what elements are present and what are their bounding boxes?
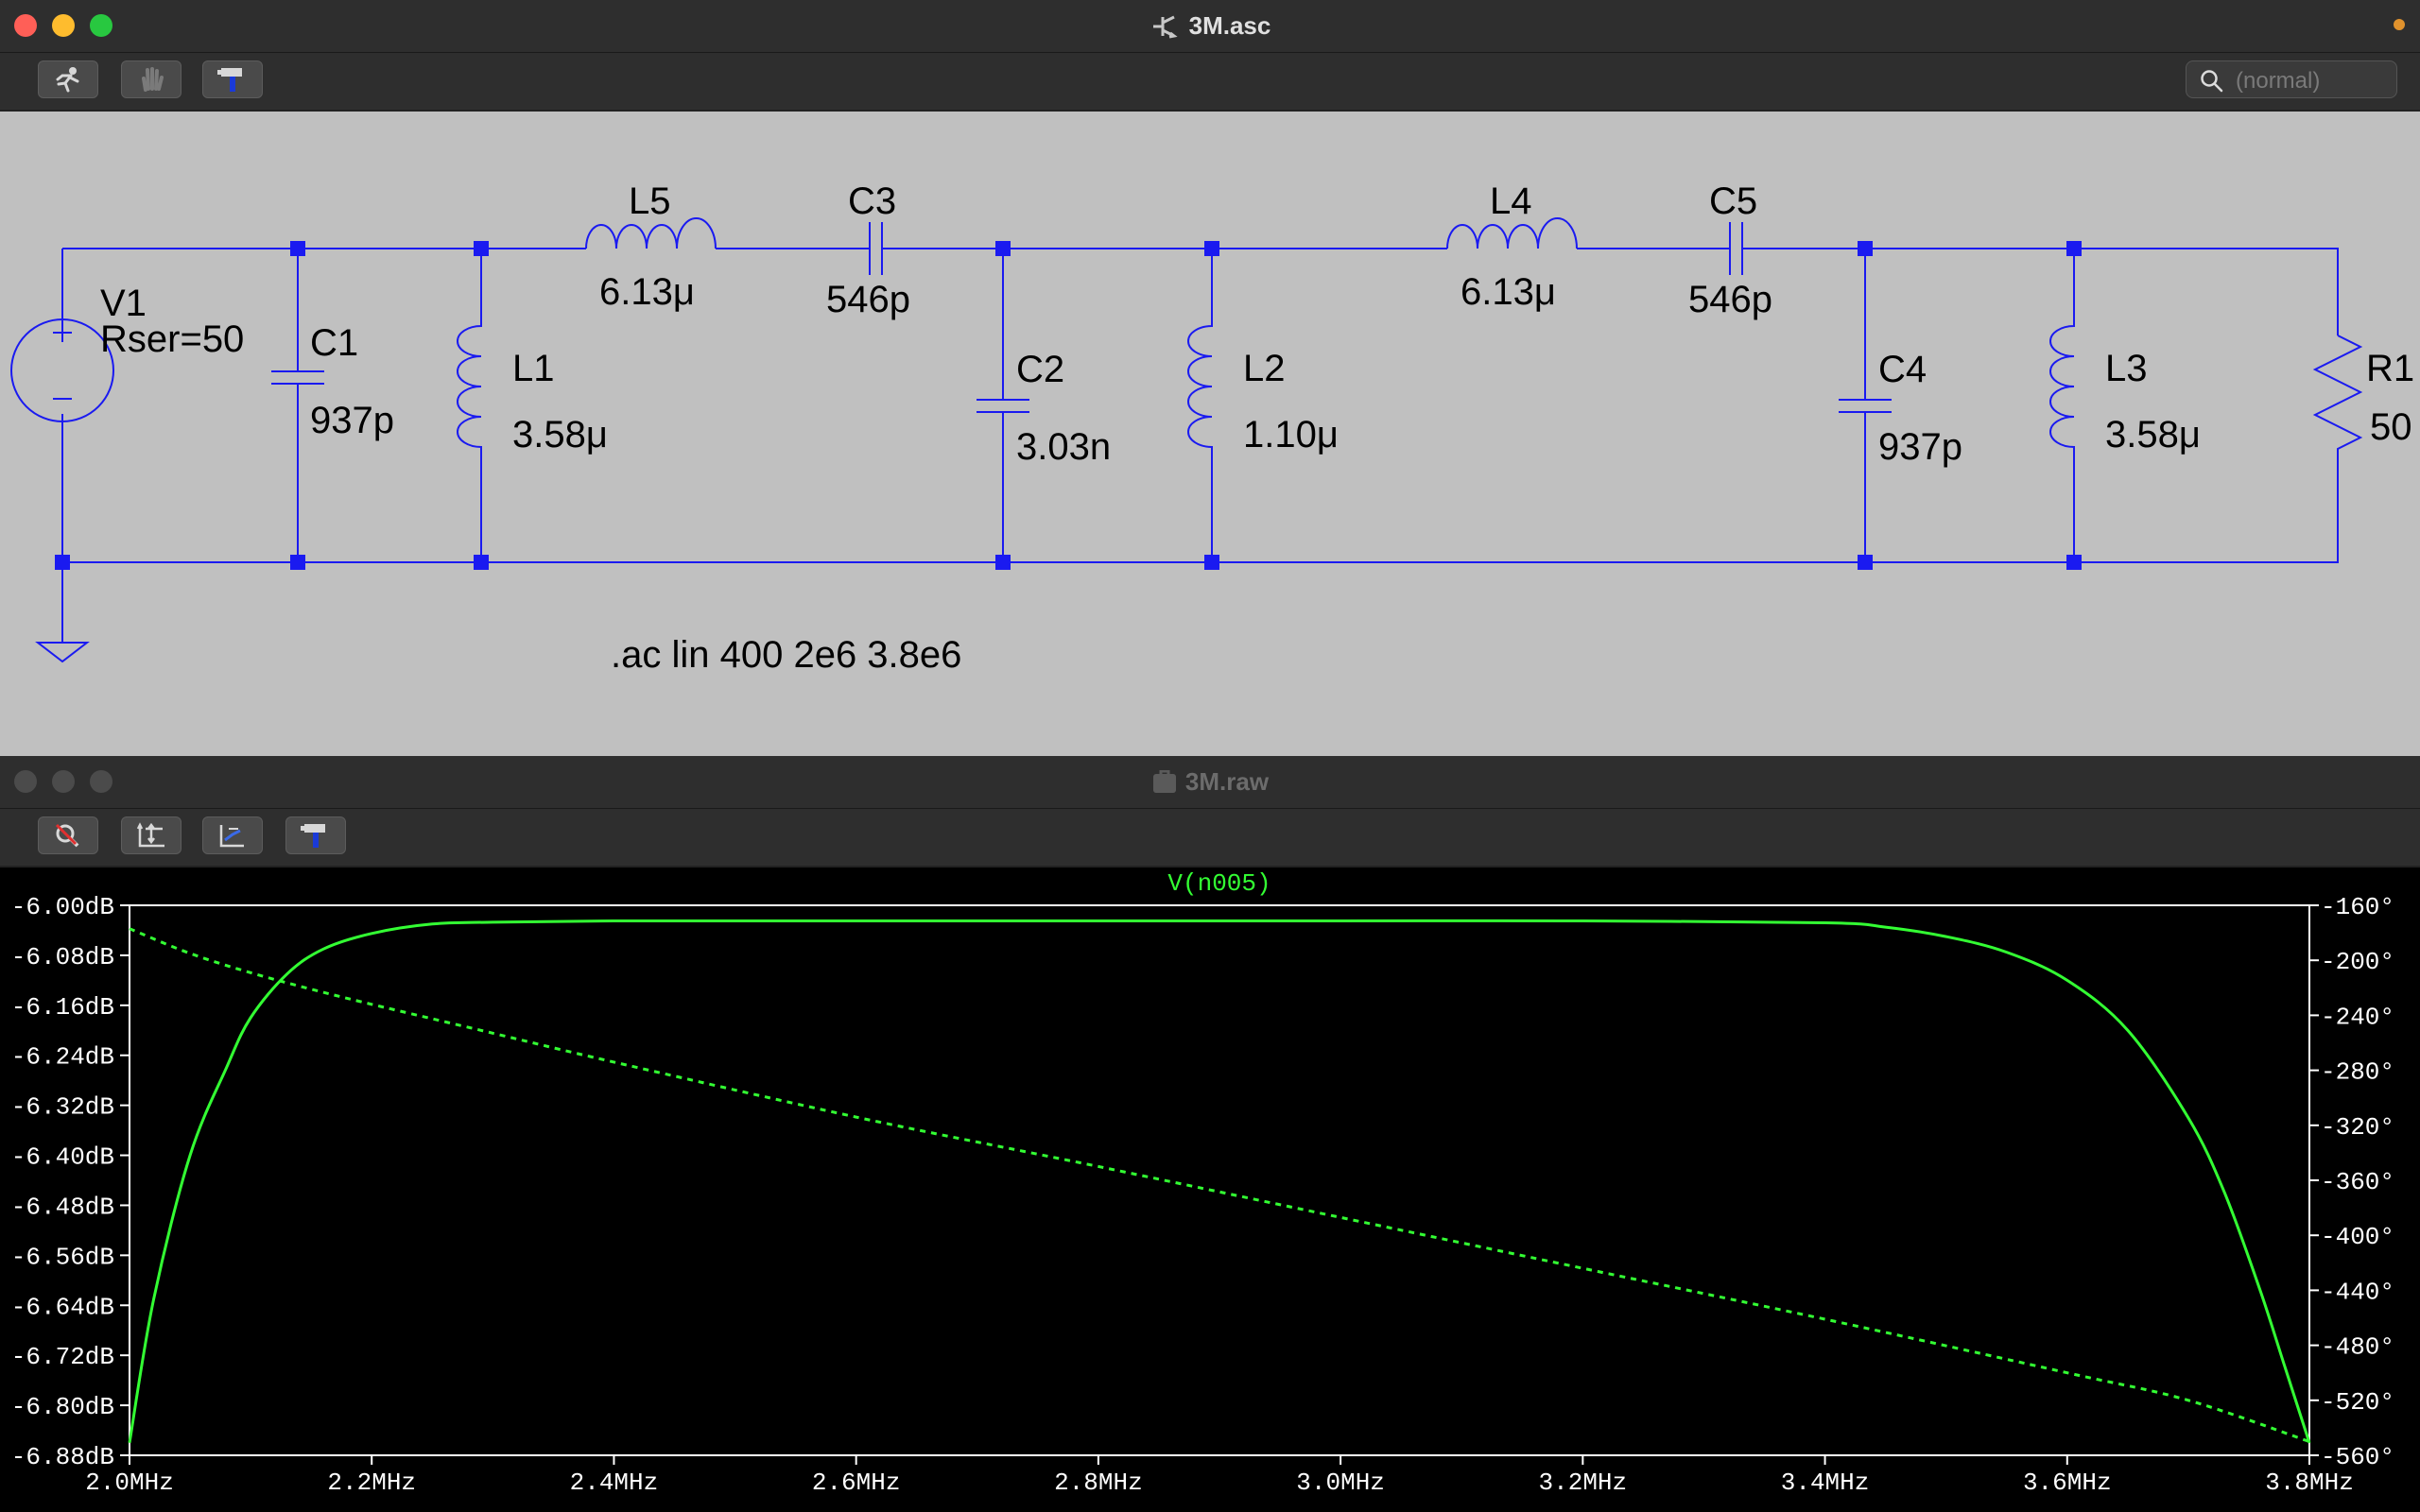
raw-file-icon: [1152, 769, 1176, 793]
c3-name[interactable]: C3: [848, 180, 896, 222]
schematic-window: 3M.asc (normal) V1 Rser=50 C1 937p L1 3.…: [0, 0, 2420, 756]
trace-label[interactable]: V(n005): [1167, 869, 1270, 898]
waveform-toolbar: [0, 809, 2420, 868]
left-axis[interactable]: -6.00dB -6.08dB -6.16dB -6.24dB -6.32dB -6.40…: [11, 893, 130, 1471]
left-tick-label: -6.88dB: [11, 1443, 114, 1471]
left-tick-label: -6.64dB: [11, 1293, 114, 1321]
search-icon: [2201, 70, 2223, 93]
autorange-icon: [55, 823, 79, 848]
magnitude-trace[interactable]: [128, 919, 2311, 1444]
left-tick-label: -6.00dB: [11, 893, 114, 921]
x-tick-label: 2.2MHz: [327, 1469, 416, 1497]
right-tick-label: -280°: [2321, 1058, 2394, 1087]
v1-value[interactable]: Rser=50: [100, 318, 244, 360]
cursor-icon: [219, 825, 244, 848]
search-placeholder: (normal): [2236, 68, 2321, 94]
left-tick-label: -6.24dB: [11, 1043, 114, 1072]
waveform-window: 3M.raw V(n005) -6.00dB -6.08dB -6.16dB -…: [0, 756, 2420, 1512]
traces[interactable]: [128, 919, 2311, 1444]
edited-indicator: [2394, 19, 2405, 30]
right-tick-label: -480°: [2321, 1333, 2394, 1362]
right-tick-label: -320°: [2321, 1113, 2394, 1142]
control-panel-icon: [301, 824, 325, 848]
right-tick-label: -440°: [2321, 1278, 2394, 1306]
ac-directive[interactable]: .ac lin 400 2e6 3.8e6: [611, 634, 961, 676]
right-tick-label: -360°: [2321, 1168, 2394, 1196]
x-axis[interactable]: 2.0MHz 2.2MHz 2.4MHz 2.6MHz 2.8MHz 3.0MHz 3.2M…: [85, 1455, 2354, 1497]
cursor-button[interactable]: [202, 816, 263, 854]
left-tick-label: -6.08dB: [11, 943, 114, 971]
left-tick-label: -6.72dB: [11, 1343, 114, 1371]
left-tick-label: -6.32dB: [11, 1093, 114, 1122]
x-tick-label: 3.8MHz: [2265, 1469, 2354, 1497]
right-axis[interactable]: -160° -200° -240° -280° -320° -360° -400° -440°…: [2309, 893, 2394, 1471]
window-title: 3M.asc: [1188, 11, 1271, 40]
r1-name[interactable]: R1: [2366, 348, 2414, 389]
c5-value[interactable]: 546p: [1688, 279, 1772, 320]
x-tick-label: 3.0MHz: [1296, 1469, 1385, 1497]
c3-value[interactable]: 546p: [826, 279, 910, 320]
x-tick-label: 2.6MHz: [812, 1469, 901, 1497]
l5-value[interactable]: 6.13μ: [599, 271, 695, 313]
schematic-file-icon: [1152, 15, 1178, 39]
schematic-canvas[interactable]: V1 Rser=50 C1 937p L1 3.58μ L5 6.13μ C3 …: [0, 112, 2420, 756]
title-bar[interactable]: 3M.asc: [0, 0, 2420, 53]
c5-name[interactable]: C5: [1709, 180, 1757, 222]
l4-name[interactable]: L4: [1490, 180, 1532, 222]
x-tick-label: 2.0MHz: [85, 1469, 174, 1497]
c1-value[interactable]: 937p: [310, 400, 394, 441]
plot-pane[interactable]: V(n005) -6.00dB -6.08dB -6.16dB -6.24dB -6.3…: [0, 869, 2420, 1512]
c4-name[interactable]: C4: [1878, 349, 1927, 390]
phase-trace[interactable]: [129, 927, 2310, 1443]
left-tick-label: -6.16dB: [11, 993, 114, 1022]
control-panel-button[interactable]: [285, 816, 346, 854]
search-field[interactable]: (normal): [2186, 60, 2397, 98]
l2-value[interactable]: 1.10μ: [1243, 414, 1339, 455]
left-tick-label: -6.80dB: [11, 1393, 114, 1421]
left-tick-label: -6.40dB: [11, 1143, 114, 1172]
l3-value[interactable]: 3.58μ: [2105, 414, 2201, 455]
l4-value[interactable]: 6.13μ: [1461, 271, 1556, 313]
axis-button[interactable]: [121, 816, 182, 854]
x-tick-label: 3.6MHz: [2023, 1469, 2112, 1497]
left-tick-label: -6.48dB: [11, 1193, 114, 1221]
control-panel-button[interactable]: [202, 60, 263, 98]
x-tick-label: 2.8MHz: [1054, 1469, 1143, 1497]
l1-value[interactable]: 3.58μ: [512, 414, 608, 455]
right-tick-label: -240°: [2321, 1003, 2394, 1031]
window-title: 3M.raw: [1184, 767, 1270, 796]
plot-frame: [129, 904, 2310, 1456]
right-tick-label: -160°: [2321, 893, 2394, 921]
c2-value[interactable]: 3.03n: [1016, 426, 1111, 468]
right-tick-label: -520°: [2321, 1388, 2394, 1417]
l2-name[interactable]: L2: [1243, 348, 1286, 389]
x-tick-label: 3.2MHz: [1539, 1469, 1628, 1497]
title-bar-waveform[interactable]: 3M.raw: [0, 756, 2420, 809]
autorange-button[interactable]: [38, 816, 98, 854]
schematic-toolbar: (normal): [0, 53, 2420, 112]
run-button[interactable]: [38, 60, 98, 98]
halt-button[interactable]: [121, 60, 182, 98]
c4-value[interactable]: 937p: [1878, 426, 1962, 468]
axis-icon: [136, 822, 164, 848]
c2-name[interactable]: C2: [1016, 349, 1064, 390]
x-tick-label: 3.4MHz: [1781, 1469, 1870, 1497]
l5-name[interactable]: L5: [629, 180, 671, 222]
c1-name[interactable]: C1: [310, 322, 358, 364]
right-tick-label: -560°: [2321, 1443, 2394, 1471]
l3-name[interactable]: L3: [2105, 348, 2148, 389]
right-tick-label: -400°: [2321, 1223, 2394, 1251]
control-panel-icon: [217, 68, 242, 92]
l1-name[interactable]: L1: [512, 348, 555, 389]
run-icon: [56, 67, 79, 93]
right-tick-label: -200°: [2321, 948, 2394, 976]
halt-icon: [142, 67, 164, 92]
x-tick-label: 2.4MHz: [570, 1469, 659, 1497]
left-tick-label: -6.56dB: [11, 1243, 114, 1271]
r1-value[interactable]: 50: [2370, 406, 2412, 448]
